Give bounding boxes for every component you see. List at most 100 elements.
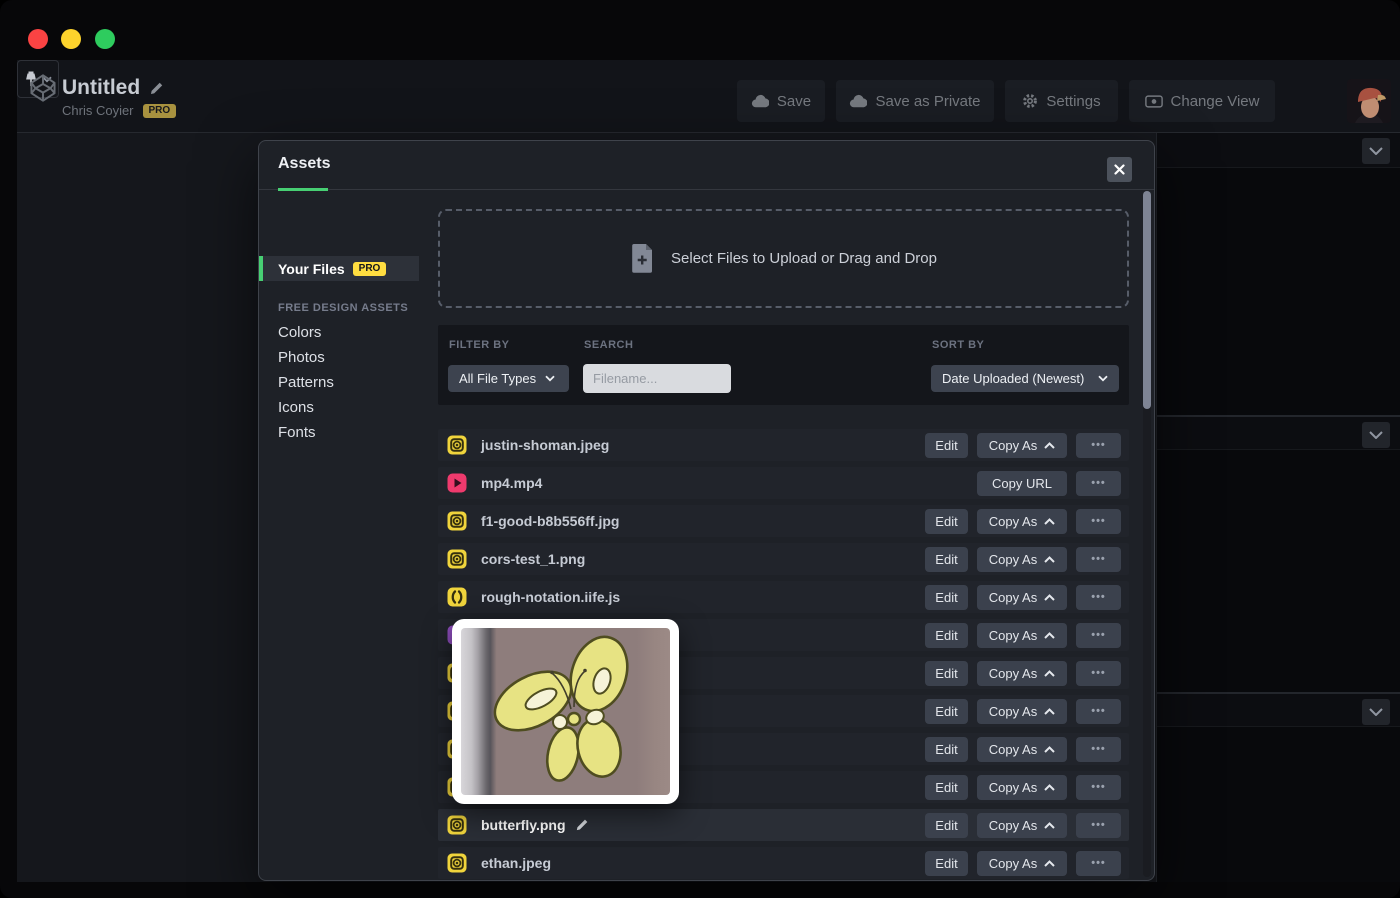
assets-modal-header: Assets <box>259 141 1154 190</box>
expand-panel-button-2[interactable] <box>1362 422 1390 448</box>
copy-as-button[interactable]: Copy As <box>977 547 1067 572</box>
sidebar-item-patterns[interactable]: Patterns <box>259 370 436 395</box>
save-button[interactable]: Save <box>737 80 825 122</box>
sidebar-item-colors[interactable]: Colors <box>259 320 436 345</box>
file-name: f1-good-b8b556ff.jpg <box>481 513 619 529</box>
cloud-icon <box>751 94 769 108</box>
settings-button[interactable]: Settings <box>1005 80 1118 122</box>
filter-by-label: FILTER BY <box>449 339 510 351</box>
save-as-private-button[interactable]: Save as Private <box>836 80 994 122</box>
chevron-down-icon <box>1369 431 1383 439</box>
edit-title-pencil-icon[interactable] <box>149 81 164 96</box>
image-file-icon <box>447 549 467 569</box>
chevron-up-icon <box>1044 708 1055 715</box>
expand-panel-button-1[interactable] <box>1362 138 1390 164</box>
copy-as-button[interactable]: Copy As <box>977 433 1067 458</box>
copy-as-button[interactable]: Copy As <box>977 775 1067 800</box>
file-name: ethan.jpeg <box>481 855 551 871</box>
avatar-photo <box>1347 79 1391 123</box>
gear-icon <box>1022 93 1038 109</box>
more-options-button[interactable]: ••• <box>1076 661 1121 686</box>
more-options-button[interactable]: ••• <box>1076 737 1121 762</box>
script-file-icon <box>447 587 467 607</box>
minimize-traffic-light[interactable] <box>61 29 81 49</box>
pen-author: Chris Coyier <box>62 103 134 118</box>
close-modal-button[interactable] <box>1107 157 1132 182</box>
copy-as-button[interactable]: Copy As <box>977 661 1067 686</box>
file-row: cors-test_1.png Edit Copy As ••• <box>438 543 1129 575</box>
edit-button[interactable]: Edit <box>925 737 968 762</box>
codepen-logo-icon[interactable] <box>28 73 58 103</box>
edit-button[interactable]: Edit <box>925 623 968 648</box>
more-options-button[interactable]: ••• <box>1076 851 1121 876</box>
chevron-up-icon <box>1044 632 1055 639</box>
view-icon <box>1145 94 1163 109</box>
edit-button[interactable]: Edit <box>925 775 968 800</box>
copy-as-button[interactable]: Copy As <box>977 585 1067 610</box>
chevron-up-icon <box>1044 518 1055 525</box>
rename-pencil-icon[interactable] <box>575 818 589 832</box>
more-options-button[interactable]: ••• <box>1076 585 1121 610</box>
copy-as-button[interactable]: Copy As <box>977 851 1067 876</box>
edit-button[interactable]: Edit <box>925 813 968 838</box>
more-options-button[interactable]: ••• <box>1076 699 1121 724</box>
chevron-down-icon <box>545 375 555 382</box>
close-icon <box>1114 164 1125 175</box>
chevron-down-icon <box>1369 147 1383 155</box>
edit-button[interactable]: Edit <box>925 509 968 534</box>
edit-button[interactable]: Edit <box>925 547 968 572</box>
file-row: butterfly.png Edit Copy As ••• <box>438 809 1129 841</box>
editor-panel-header <box>1157 133 1400 168</box>
expand-panel-button-3[interactable] <box>1362 699 1390 725</box>
edit-button[interactable]: Edit <box>925 851 968 876</box>
copy-url-button[interactable]: Copy URL <box>977 471 1067 496</box>
upload-dropzone[interactable]: Select Files to Upload or Drag and Drop <box>438 209 1129 308</box>
video-file-icon <box>447 473 467 493</box>
copy-as-button[interactable]: Copy As <box>977 699 1067 724</box>
edit-button[interactable]: Edit <box>925 585 968 610</box>
file-preview-popup <box>452 619 679 804</box>
more-options-button[interactable]: ••• <box>1076 775 1121 800</box>
sidebar-item-photos[interactable]: Photos <box>259 345 436 370</box>
copy-as-button[interactable]: Copy As <box>977 623 1067 648</box>
filter-panel: FILTER BY SEARCH SORT BY All File Types … <box>438 325 1129 405</box>
chevron-up-icon <box>1044 860 1055 867</box>
maximize-traffic-light[interactable] <box>95 29 115 49</box>
app-window: Untitled Chris Coyier PRO Save Save as <box>0 0 1400 898</box>
image-file-icon <box>447 511 467 531</box>
edit-button[interactable]: Edit <box>925 661 968 686</box>
chevron-up-icon <box>1044 822 1055 829</box>
more-options-button[interactable]: ••• <box>1076 471 1121 496</box>
sidebar-item-your-files[interactable]: Your Files PRO <box>259 256 419 281</box>
sort-dropdown[interactable]: Date Uploaded (Newest) <box>931 365 1119 392</box>
copy-as-button[interactable]: Copy As <box>977 509 1067 534</box>
modal-title: Assets <box>278 155 330 173</box>
editor-panel-header <box>1157 415 1400 450</box>
sidebar-item-icons[interactable]: Icons <box>259 395 436 420</box>
user-avatar[interactable] <box>1347 79 1391 123</box>
more-options-button[interactable]: ••• <box>1076 433 1121 458</box>
sidebar-section-heading: FREE DESIGN ASSETS <box>278 302 408 314</box>
assets-modal: Assets Your Files PRO FREE DESIGN ASSETS… <box>258 140 1155 881</box>
image-file-icon <box>447 815 467 835</box>
edit-button[interactable]: Edit <box>925 433 968 458</box>
copy-as-button[interactable]: Copy As <box>977 813 1067 838</box>
author-pro-badge: PRO <box>143 104 177 118</box>
copy-as-button[interactable]: Copy As <box>977 737 1067 762</box>
modal-scrollbar-thumb[interactable] <box>1143 191 1151 409</box>
search-input[interactable] <box>583 364 731 393</box>
close-traffic-light[interactable] <box>28 29 48 49</box>
more-options-button[interactable]: ••• <box>1076 509 1121 534</box>
file-type-dropdown[interactable]: All File Types <box>448 365 569 392</box>
more-options-button[interactable]: ••• <box>1076 813 1121 838</box>
app-header: Untitled Chris Coyier PRO Save Save as <box>17 60 1400 133</box>
change-view-button[interactable]: Change View <box>1129 80 1275 122</box>
more-options-button[interactable]: ••• <box>1076 547 1121 572</box>
cloud-icon <box>849 94 867 108</box>
edit-button[interactable]: Edit <box>925 699 968 724</box>
chevron-up-icon <box>1044 556 1055 563</box>
sidebar-item-fonts[interactable]: Fonts <box>259 420 436 445</box>
file-name: cors-test_1.png <box>481 551 585 567</box>
editor-panels-column <box>1156 133 1400 882</box>
more-options-button[interactable]: ••• <box>1076 623 1121 648</box>
